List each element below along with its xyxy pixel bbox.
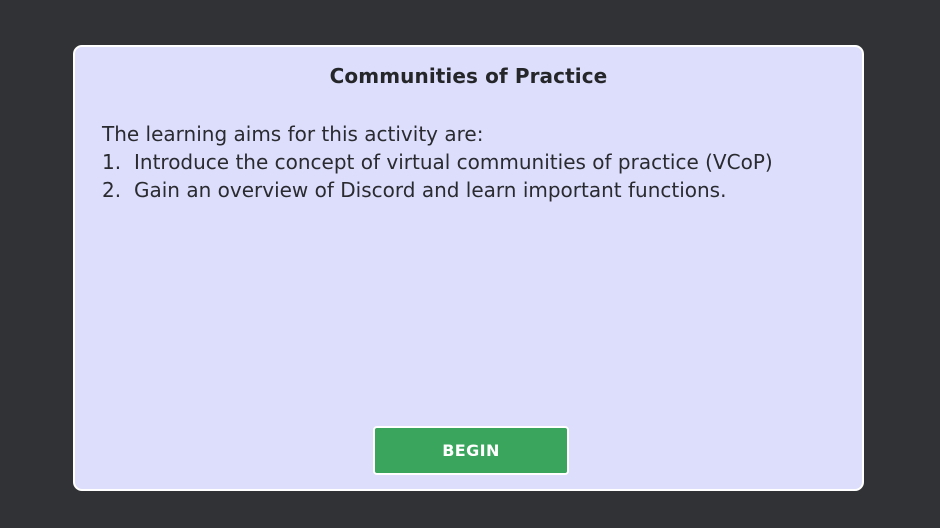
learning-aims-list: 1. Introduce the concept of virtual comm…: [102, 148, 842, 204]
learning-aim-item: 2. Gain an overview of Discord and learn…: [102, 176, 842, 204]
learning-aim-text: Introduce the concept of virtual communi…: [134, 150, 773, 174]
dialog-title: Communities of Practice: [329, 64, 608, 88]
list-number: 2.: [102, 178, 122, 202]
list-number: 1.: [102, 150, 122, 174]
learning-aim-item: 1. Introduce the concept of virtual comm…: [102, 148, 842, 176]
begin-button[interactable]: BEGIN: [373, 426, 569, 475]
dialog-body: The learning aims for this activity are:…: [102, 120, 842, 204]
learning-aim-text: Gain an overview of Discord and learn im…: [134, 178, 727, 202]
learning-aims-dialog: Communities of Practice The learning aim…: [73, 45, 864, 491]
app-background: Communities of Practice The learning aim…: [0, 0, 940, 528]
learning-aims-intro: The learning aims for this activity are:: [102, 122, 484, 146]
